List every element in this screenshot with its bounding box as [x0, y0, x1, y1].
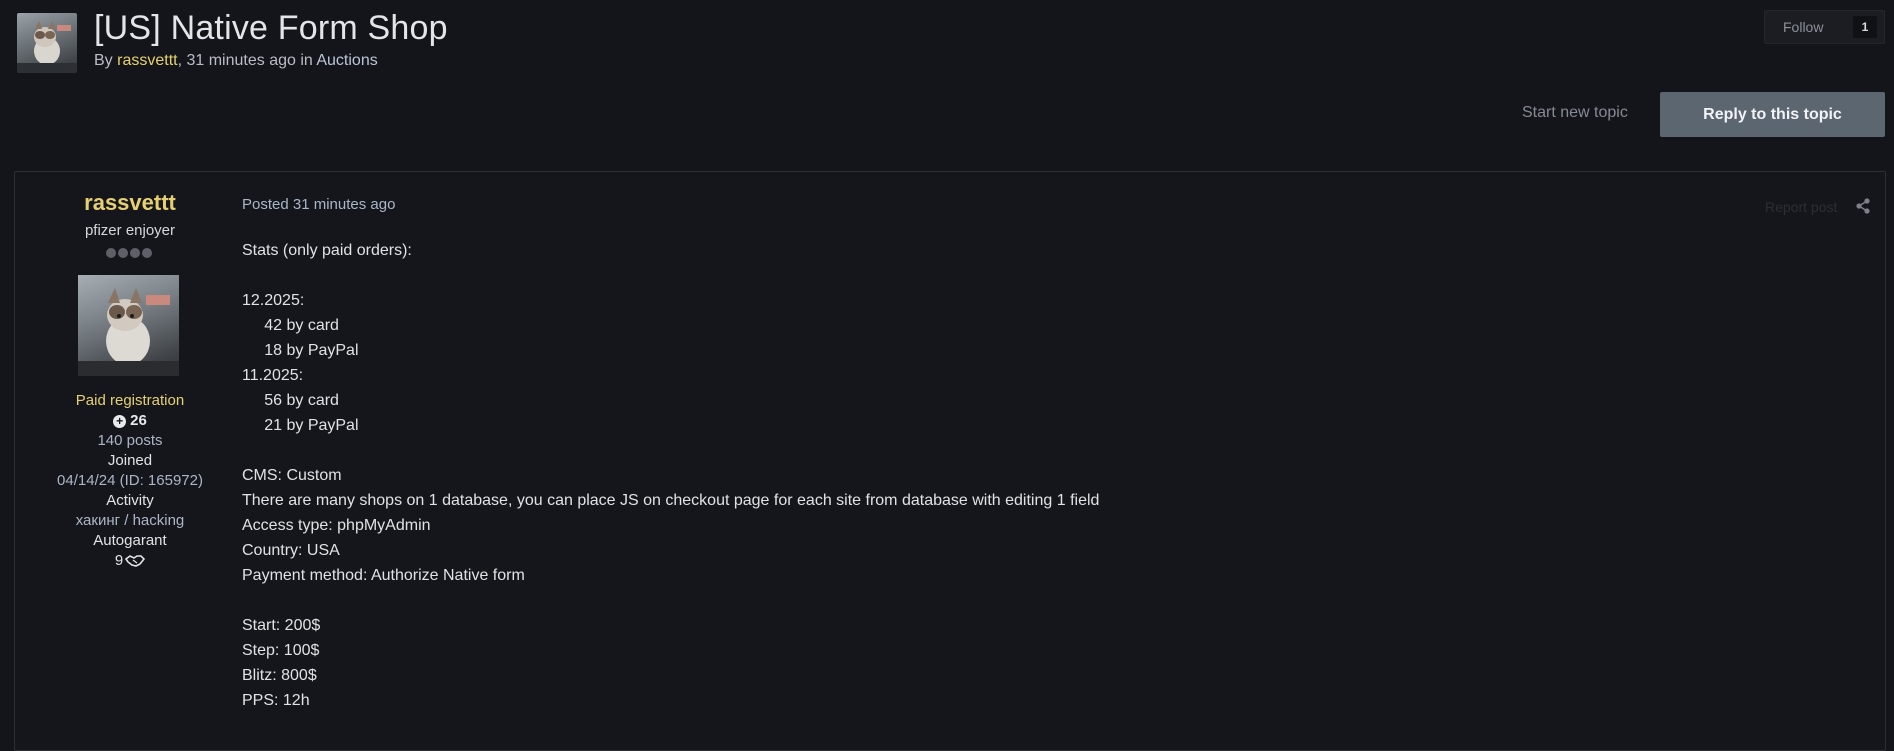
rank-pip: [118, 248, 128, 258]
rank-pip: [106, 248, 116, 258]
post-line: 11.2025:: [242, 367, 304, 384]
reputation: +26: [15, 412, 245, 429]
post-line: Payment method: Authorize Native form: [242, 567, 525, 584]
joined-value: 04/14/24 (ID: 165972): [57, 472, 203, 489]
reply-to-topic-button[interactable]: Reply to this topic: [1660, 92, 1885, 137]
meta-time: , 31 minutes ago in: [177, 52, 317, 69]
post-line: Start: 200$: [242, 617, 321, 634]
post-card: rassvettt pfizer enjoyer Paid registrati…: [14, 171, 1886, 751]
member-title: pfizer enjoyer: [84, 222, 176, 239]
post-line: [242, 438, 1099, 463]
topic-meta: By rassvettt, 31 minutes ago in Auctions: [94, 52, 378, 70]
activity-label: Activity: [106, 492, 154, 509]
post-line: 21 by PayPal: [242, 417, 359, 434]
rank-pip: [142, 248, 152, 258]
joined-label: Joined: [107, 452, 153, 469]
meta-prefix: By: [94, 52, 118, 69]
post-line: There are many shops on 1 database, you …: [242, 492, 1100, 509]
post-line: Country: USA: [242, 542, 340, 559]
reputation-value: 26: [130, 412, 147, 429]
post-line: PPS: 12h: [242, 692, 310, 709]
post-line: 56 by card: [242, 392, 339, 409]
post-line: 12.2025:: [242, 292, 305, 309]
autogarant-label: Autogarant: [93, 532, 167, 549]
topic-author-avatar[interactable]: [17, 13, 77, 73]
post-line: CMS: Custom: [242, 467, 342, 484]
post-line: [242, 588, 1099, 613]
post-line: Step: 100$: [242, 642, 320, 659]
member-group: Paid registration: [75, 392, 185, 409]
rank-pip: [130, 248, 140, 258]
follow-label: Follow: [1783, 19, 1824, 35]
post-line: Blitz: 800$: [242, 667, 317, 684]
follow-count-badge: 1: [1853, 16, 1877, 38]
follow-button[interactable]: Follow 1: [1764, 10, 1885, 44]
topic-author-link[interactable]: rassvettt: [117, 52, 177, 69]
autogarant-value: 9: [15, 552, 245, 569]
topic-title: [US] Native Form Shop: [94, 9, 448, 47]
post-timestamp[interactable]: Posted 31 minutes ago: [242, 196, 395, 213]
activity-value: хакинг / hacking: [75, 512, 185, 529]
post-line: 42 by card: [242, 317, 339, 334]
post-line: Access type: phpMyAdmin: [242, 517, 431, 534]
forum-link[interactable]: Auctions: [316, 52, 377, 69]
plus-circle-icon: +: [113, 415, 127, 428]
post-line: 18 by PayPal: [242, 342, 359, 359]
start-new-topic-button[interactable]: Start new topic: [1522, 104, 1628, 122]
kitten-photo: [78, 288, 179, 376]
post-count-link[interactable]: 140 posts: [15, 432, 245, 449]
post-author-name[interactable]: rassvettt: [15, 190, 245, 216]
post-line: Stats (only paid orders):: [242, 242, 412, 259]
report-post-link[interactable]: Report post: [1765, 199, 1837, 215]
kitten-photo: [17, 21, 77, 73]
share-icon[interactable]: [1855, 198, 1871, 214]
rank-pips: [105, 245, 153, 258]
handshake-icon: [125, 555, 146, 567]
post-line: [242, 263, 1099, 288]
post-body: Stats (only paid orders): 12.2025: 42 by …: [242, 238, 1099, 713]
post-author-avatar[interactable]: [78, 275, 179, 376]
autogarant-count: 9: [114, 552, 124, 569]
